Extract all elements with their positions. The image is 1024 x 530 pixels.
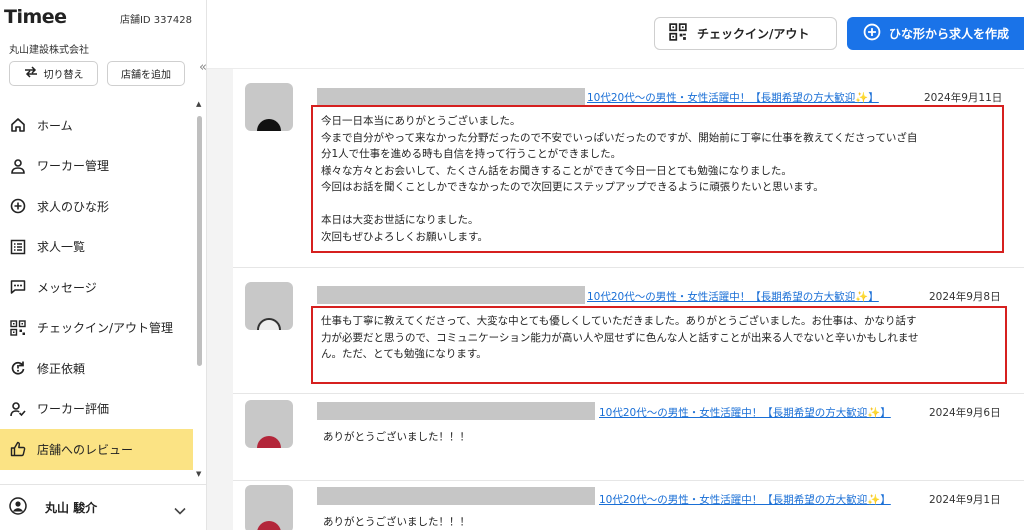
- sidebar-item-store-reviews[interactable]: 店舗へのレビュー: [0, 429, 193, 470]
- person-icon: [9, 157, 27, 175]
- review-date: 2024年9月11日: [924, 92, 1003, 104]
- review-date: 2024年9月1日: [929, 494, 1001, 506]
- sidebar-item-label: ワーカー管理: [37, 159, 110, 174]
- reviewer-avatar: [245, 83, 293, 131]
- sidebar-item-worker-evaluation[interactable]: ワーカー評価: [0, 389, 193, 430]
- sidebar-item-job-templates[interactable]: 求人のひな形: [0, 186, 193, 227]
- home-icon: [9, 116, 27, 134]
- comment-line: 今日一日本当にありがとうございました。: [321, 115, 521, 127]
- comment-line: [321, 196, 917, 213]
- sidebar-item-label: 求人のひな形: [37, 199, 110, 214]
- scroll-down-icon[interactable]: ▼: [196, 470, 201, 478]
- comment-line: 今回はお話を聞くことしかできなかったので次回更にステップアップできるように頑張り…: [321, 181, 824, 193]
- top-bar: チェックイン/アウト ひな形から求人を作成: [207, 0, 1024, 69]
- scrollbar-thumb[interactable]: [197, 116, 202, 366]
- job-title-link[interactable]: 10代20代〜の男性・女性活躍中！【長期希望の方大歓迎✨】: [587, 289, 879, 304]
- timee-logo[interactable]: Timee: [4, 6, 67, 28]
- review-comment: ありがとうございました！！！: [323, 429, 470, 446]
- sidebar-item-label: メッセージ: [37, 280, 97, 295]
- review-item: 10代20代〜の男性・女性活躍中！【長期希望の方大歓迎✨】 2024年9月8日 …: [233, 268, 1024, 394]
- review-comment: 仕事も丁寧に教えてくださって、大変な中とても優しくしていただきました。ありがとう…: [321, 313, 919, 363]
- create-job-from-template-button[interactable]: ひな形から求人を作成: [847, 17, 1024, 50]
- review-list: 10代20代〜の男性・女性活躍中！【長期希望の方大歓迎✨】 2024年9月11日…: [233, 69, 1024, 530]
- checkin-checkout-label: チェックイン/アウト: [697, 27, 810, 41]
- sidebar: Timee 店舗ID 337428 丸山建設株式会社 切り替え 店舗を追加 « …: [0, 0, 207, 530]
- avatar-figure: [257, 119, 281, 131]
- redacted-reviewer-name: [317, 487, 595, 505]
- comment-line: 本日は大変お世話になりました。: [321, 214, 479, 226]
- job-title-link[interactable]: 10代20代〜の男性・女性活躍中！【長期希望の方大歓迎✨】: [587, 90, 879, 105]
- review-comment: ありがとうございました！！！: [323, 514, 470, 530]
- sidebar-item-label: ワーカー評価: [37, 402, 110, 417]
- refresh-icon: [9, 359, 27, 377]
- switch-arrows-icon: [24, 66, 38, 81]
- switch-store-button[interactable]: 切り替え: [9, 61, 98, 86]
- job-title-link[interactable]: 10代20代〜の男性・女性活躍中！【長期希望の方大歓迎✨】: [599, 405, 891, 420]
- sidebar-scrollbar[interactable]: ▲ ▼: [195, 100, 205, 480]
- company-name: 丸山建設株式会社: [9, 45, 89, 56]
- switch-store-label: 切り替え: [43, 70, 84, 81]
- sidebar-item-label: 求人一覧: [37, 240, 86, 255]
- list-icon: [9, 238, 27, 256]
- redacted-reviewer-name: [317, 402, 595, 420]
- comment-line: 様々な方々とお会いして、たくさん話をお聞きすることができて今日一日とても勉強にな…: [321, 164, 792, 177]
- reviewer-avatar: [245, 282, 293, 330]
- checkin-checkout-button[interactable]: チェックイン/アウト: [654, 17, 837, 50]
- message-icon: [9, 278, 27, 296]
- comment-line: ん。ただ、とても勉強になります。: [321, 348, 487, 360]
- reviewer-avatar: [245, 485, 293, 530]
- scroll-up-icon[interactable]: ▲: [196, 100, 201, 108]
- review-date: 2024年9月6日: [929, 407, 1001, 419]
- review-item: 10代20代〜の男性・女性活躍中！【長期希望の方大歓迎✨】 2024年9月1日 …: [233, 481, 1024, 530]
- review-comment: 今日一日本当にありがとうございました。 今まで自分がやって来なかった分野だったの…: [321, 113, 917, 245]
- qr-icon: [9, 319, 27, 337]
- plus-circle-icon: [863, 23, 881, 44]
- sidebar-item-home[interactable]: ホーム: [0, 105, 193, 146]
- review-item: 10代20代〜の男性・女性活躍中！【長期希望の方大歓迎✨】 2024年9月11日…: [233, 69, 1024, 268]
- qr-icon: [669, 23, 687, 44]
- avatar-figure: [257, 436, 281, 448]
- sidebar-item-job-list[interactable]: 求人一覧: [0, 227, 193, 268]
- comment-line: 分1人で仕事を進める時も自信を持って行うことができました。: [321, 148, 622, 160]
- redacted-reviewer-name: [317, 286, 585, 304]
- redacted-reviewer-name: [317, 88, 585, 106]
- comment-line: 仕事も丁寧に教えてくださって、大変な中とても優しくしていただきました。ありがとう…: [321, 315, 917, 327]
- avatar-figure: [257, 318, 281, 330]
- job-title-link[interactable]: 10代20代〜の男性・女性活躍中！【長期希望の方大歓迎✨】: [599, 492, 891, 507]
- sidebar-item-checkin-management[interactable]: チェックイン/アウト管理: [0, 308, 193, 349]
- main-content: 10代20代〜の男性・女性活躍中！【長期希望の方大歓迎✨】 2024年9月11日…: [207, 69, 1024, 530]
- comment-line: 次回もぜひよろしくお願いします。: [321, 230, 488, 243]
- comment-line: 今まで自分がやって来なかった分野だったので不安でいっぱいだったのですが、開始前に…: [321, 131, 918, 144]
- add-store-button[interactable]: 店舗を追加: [107, 61, 185, 86]
- user-menu[interactable]: 丸山 駿介: [0, 484, 206, 530]
- sidebar-item-worker-management[interactable]: ワーカー管理: [0, 146, 193, 187]
- person-check-icon: [9, 400, 27, 418]
- create-job-label: ひな形から求人を作成: [889, 27, 1010, 41]
- review-date: 2024年9月8日: [929, 291, 1001, 303]
- review-item: 10代20代〜の男性・女性活躍中！【長期希望の方大歓迎✨】 2024年9月6日 …: [233, 394, 1024, 481]
- user-name: 丸山 駿介: [45, 501, 98, 515]
- plus-circle-icon: [9, 197, 27, 215]
- comment-line: 力が必要だと思うので、コミュニケーション能力が高い人や屈せずに色んな人と話すこと…: [321, 331, 919, 344]
- reviewer-avatar: [245, 400, 293, 448]
- chevron-down-icon[interactable]: [174, 500, 186, 519]
- collapse-sidebar-icon[interactable]: «: [199, 60, 207, 75]
- comment-line: ありがとうございました！！！: [323, 516, 470, 528]
- comment-line: ありがとうございました！！！: [323, 431, 470, 443]
- add-store-label: 店舗を追加: [121, 70, 171, 81]
- thumbs-up-icon: [9, 440, 27, 458]
- sidebar-item-label: チェックイン/アウト管理: [37, 321, 174, 336]
- store-id: 店舗ID 337428: [119, 15, 192, 26]
- user-avatar-icon: [9, 496, 27, 519]
- sidebar-item-correction-requests[interactable]: 修正依頼: [0, 348, 193, 389]
- sidebar-item-label: 修正依頼: [37, 361, 86, 376]
- avatar-figure: [257, 521, 281, 530]
- sidebar-item-label: 店舗へのレビュー: [37, 442, 134, 457]
- sidebar-nav: ホーム ワーカー管理 求人のひな形 求人一覧 メッセージ チェックイン/アウト管…: [0, 105, 193, 470]
- sidebar-item-label: ホーム: [37, 118, 73, 133]
- sidebar-item-messages[interactable]: メッセージ: [0, 267, 193, 308]
